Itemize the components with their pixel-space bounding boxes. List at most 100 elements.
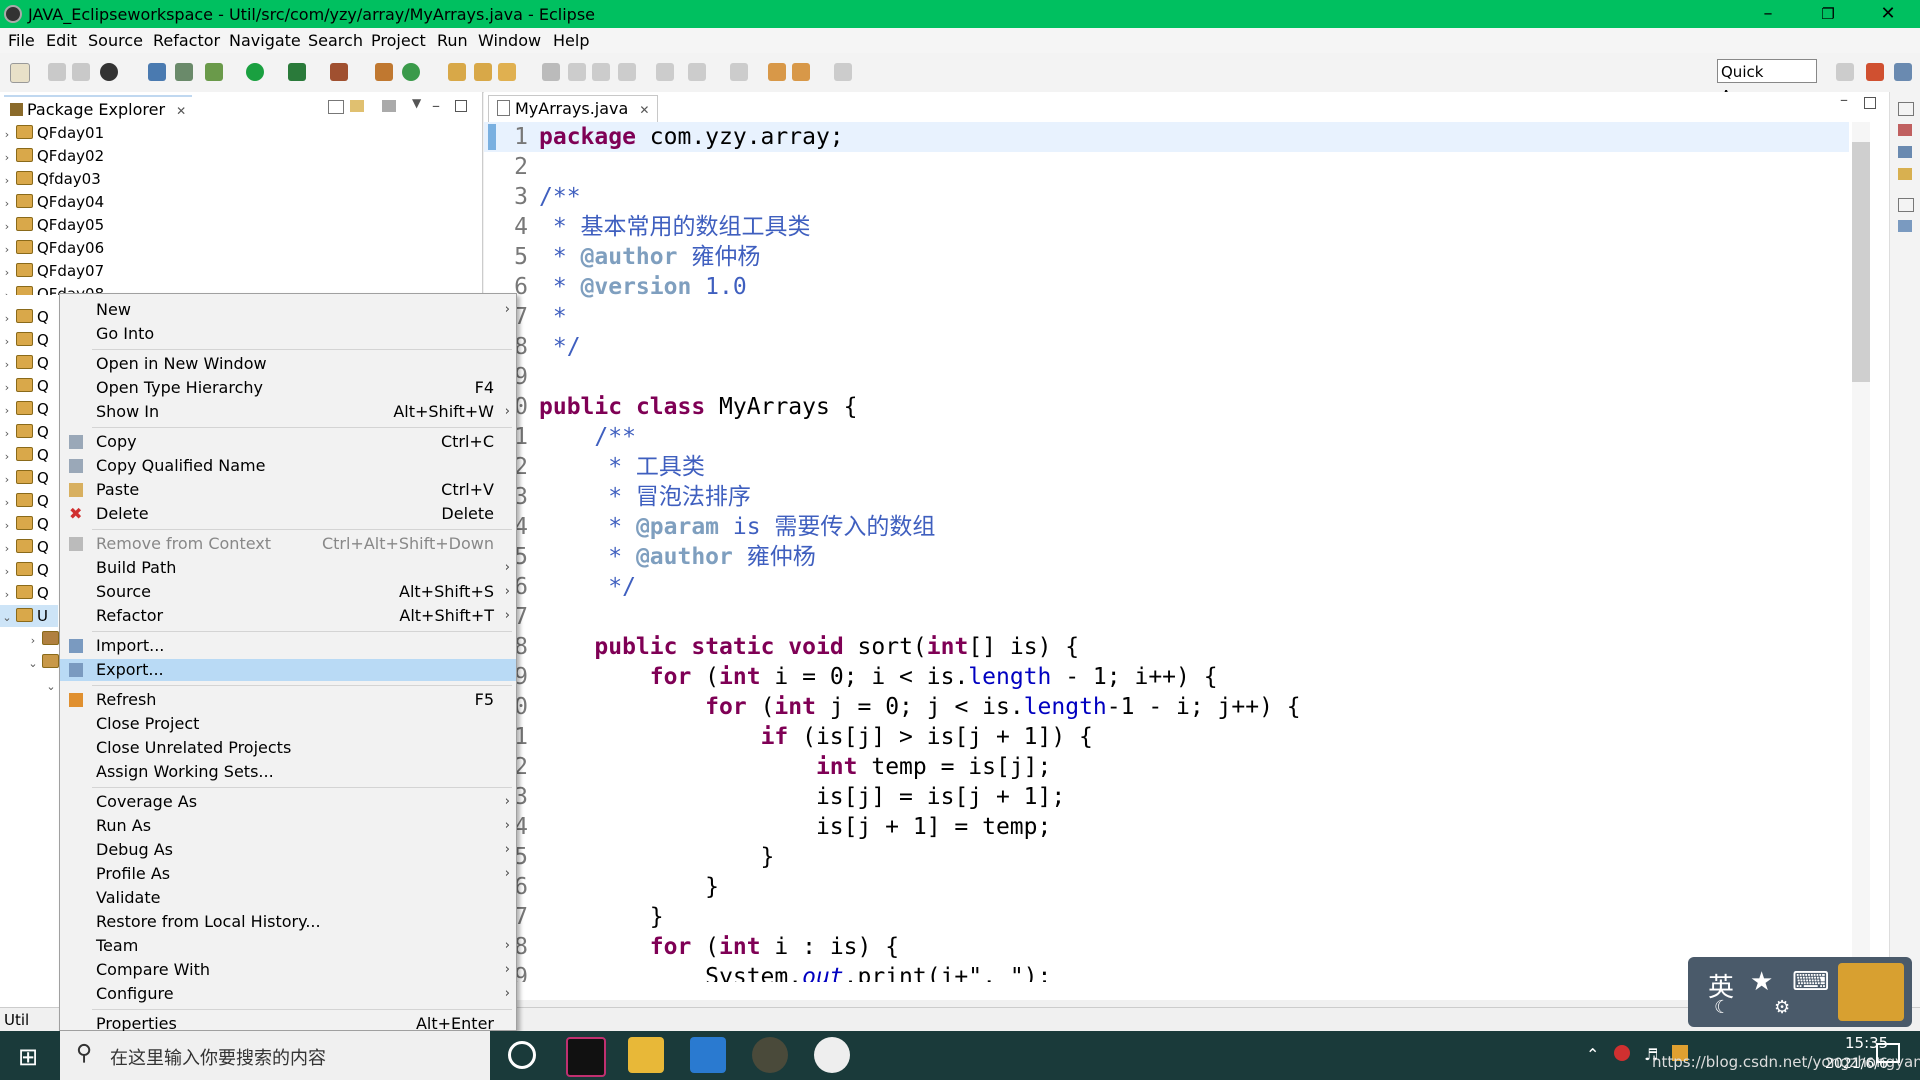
code-line[interactable]: 22 int temp = is[j]; (484, 752, 1849, 782)
menu-window[interactable]: Window (478, 31, 541, 50)
package-explorer-tab[interactable]: Package Explorer ✕ (4, 95, 193, 122)
collapse-icon[interactable]: ⌄ (26, 653, 40, 675)
editor-tab-myarrays[interactable]: MyArrays.java ✕ (488, 95, 659, 122)
code-line[interactable]: 13 * 冒泡法排序 (484, 482, 1849, 512)
code-text[interactable]: * @param is 需要传入的数组 (539, 512, 935, 542)
menu-item-compare-with[interactable]: Compare With › (60, 959, 516, 981)
code-text[interactable]: } (539, 872, 719, 902)
maximize-view-icon[interactable] (455, 100, 467, 112)
debug-config-icon[interactable] (100, 63, 118, 81)
code-line[interactable]: 11 /** (484, 422, 1849, 452)
code-line[interactable]: 3 /** (484, 182, 1849, 212)
tree-item-child[interactable]: ⌄ (44, 674, 58, 696)
menu-item-copy-qualified-name[interactable]: Copy Qualified Name (60, 455, 516, 477)
code-text[interactable]: public class MyArrays { (539, 392, 858, 422)
code-line[interactable]: 29 System.out.print(i+", "); (484, 962, 1849, 982)
code-text[interactable]: int temp = is[j]; (539, 752, 1051, 782)
code-line[interactable]: 16 */ (484, 572, 1849, 602)
expand-icon[interactable]: › (0, 147, 14, 169)
word-wrap-icon[interactable] (618, 63, 636, 81)
intellij-icon[interactable] (566, 1037, 606, 1077)
tree-item-project[interactable]: › Q (0, 444, 49, 466)
new-java-package-icon[interactable] (375, 63, 393, 81)
coverage-icon[interactable] (288, 63, 306, 81)
tree-item-project[interactable]: › Q (0, 467, 49, 489)
code-line[interactable]: 23 is[j] = is[j + 1]; (484, 782, 1849, 812)
code-line[interactable]: 20 for (int j = 0; j < is.length-1 - i; … (484, 692, 1849, 722)
collapse-icon[interactable]: ⌄ (0, 607, 14, 629)
quick-access-field[interactable]: Quick Access (1717, 59, 1817, 105)
search-icon[interactable] (498, 63, 516, 81)
code-text[interactable]: } (539, 902, 664, 932)
toggle-block-selection-icon[interactable] (568, 63, 586, 81)
toggle-mark-occurrences-icon[interactable] (542, 63, 560, 81)
menu-item-paste[interactable]: Paste Ctrl+V (60, 479, 516, 501)
code-line[interactable]: 21 if (is[j] > is[j + 1]) { (484, 722, 1849, 752)
java-ee-perspective-icon[interactable] (1866, 63, 1884, 81)
menu-item-delete[interactable]: ✖ Delete Delete (60, 503, 516, 525)
menu-project[interactable]: Project (371, 31, 426, 50)
close-button[interactable]: ✕ (1860, 0, 1916, 28)
code-text[interactable]: * @author 雍仲杨 (539, 542, 816, 572)
open-type-icon[interactable] (448, 63, 466, 81)
save-icon[interactable] (48, 63, 66, 81)
menu-navigate[interactable]: Navigate (229, 31, 301, 50)
expand-icon[interactable]: › (0, 561, 14, 583)
media-player-icon[interactable] (690, 1037, 726, 1073)
code-text[interactable]: */ (539, 332, 581, 362)
maximize-editor-icon[interactable] (1864, 97, 1876, 109)
problems-icon[interactable] (1898, 124, 1912, 136)
forward-icon[interactable] (834, 63, 852, 81)
code-text[interactable]: for (int j = 0; j < is.length-1 - i; j++… (539, 692, 1300, 722)
menu-help[interactable]: Help (553, 31, 589, 50)
declaration-icon[interactable] (1898, 168, 1912, 180)
menu-refactor[interactable]: Refactor (153, 31, 220, 50)
menu-file[interactable]: File (8, 31, 35, 50)
close-tab-icon[interactable]: ✕ (639, 103, 649, 117)
expand-icon[interactable]: › (26, 630, 40, 652)
tree-item-project[interactable]: › Q (0, 329, 49, 351)
tree-item-project-selected[interactable]: ⌄ U (0, 605, 58, 627)
show-hidden-icons-chevron[interactable]: ⌃ (1586, 1045, 1599, 1064)
menu-item-run-as[interactable]: Run As › (60, 815, 516, 837)
code-area[interactable]: 1 package com.yzy.array; 2 3/** 4 * 基本常用的数组工… (484, 122, 1889, 982)
expand-icon[interactable]: › (0, 193, 14, 215)
code-line[interactable]: 15 * @author 雍仲杨 (484, 542, 1849, 572)
code-text[interactable]: System.out.print(i+", "); (539, 962, 1051, 982)
code-text[interactable]: * 冒泡法排序 (539, 482, 751, 512)
skip-breakpoints-icon[interactable] (175, 63, 193, 81)
show-whitespace-icon[interactable] (592, 63, 610, 81)
menu-item-remove-from-context[interactable]: Remove from Context Ctrl+Alt+Shift+Down (60, 533, 516, 555)
menu-item-open-type-hierarchy[interactable]: Open Type Hierarchy F4 (60, 377, 516, 399)
tree-item-project[interactable]: › Q (0, 582, 49, 604)
tree-item-project[interactable]: › Q (0, 375, 49, 397)
code-text[interactable]: * @author 雍仲杨 (539, 242, 761, 272)
menu-item-refactor[interactable]: Refactor Alt+Shift+T › (60, 605, 516, 627)
code-line[interactable]: 2 (484, 152, 1849, 182)
expand-icon[interactable]: › (0, 239, 14, 261)
next-annotation-icon[interactable] (688, 63, 706, 81)
tree-item-project[interactable]: › Q (0, 421, 49, 443)
code-text[interactable]: } (539, 842, 775, 872)
code-text[interactable]: */ (539, 572, 636, 602)
code-line[interactable]: 17 (484, 602, 1849, 632)
code-text[interactable]: for (int i : is) { (539, 932, 899, 962)
code-text[interactable]: * 基本常用的数组工具类 (539, 212, 811, 242)
expand-icon[interactable]: › (0, 170, 14, 192)
scrollbar-thumb[interactable] (1852, 142, 1870, 382)
restore-button[interactable]: ❐ (1800, 0, 1856, 28)
menu-item-profile-as[interactable]: Profile As › (60, 863, 516, 885)
save-all-icon[interactable] (72, 63, 90, 81)
menu-item-close-unrelated-projects[interactable]: Close Unrelated Projects (60, 737, 516, 759)
menu-item-copy[interactable]: Copy Ctrl+C (60, 431, 516, 453)
code-line[interactable]: 8 */ (484, 332, 1849, 362)
expand-icon[interactable]: › (0, 538, 14, 560)
code-line[interactable]: 25 } (484, 842, 1849, 872)
code-line[interactable]: 26 } (484, 872, 1849, 902)
menu-item-team[interactable]: Team › (60, 935, 516, 957)
expand-icon[interactable]: › (0, 469, 14, 491)
expand-icon[interactable]: › (0, 446, 14, 468)
debug-icon[interactable] (205, 63, 223, 81)
tree-item-project[interactable]: › QFday01 (0, 122, 104, 144)
open-perspective-icon[interactable] (1836, 63, 1854, 81)
